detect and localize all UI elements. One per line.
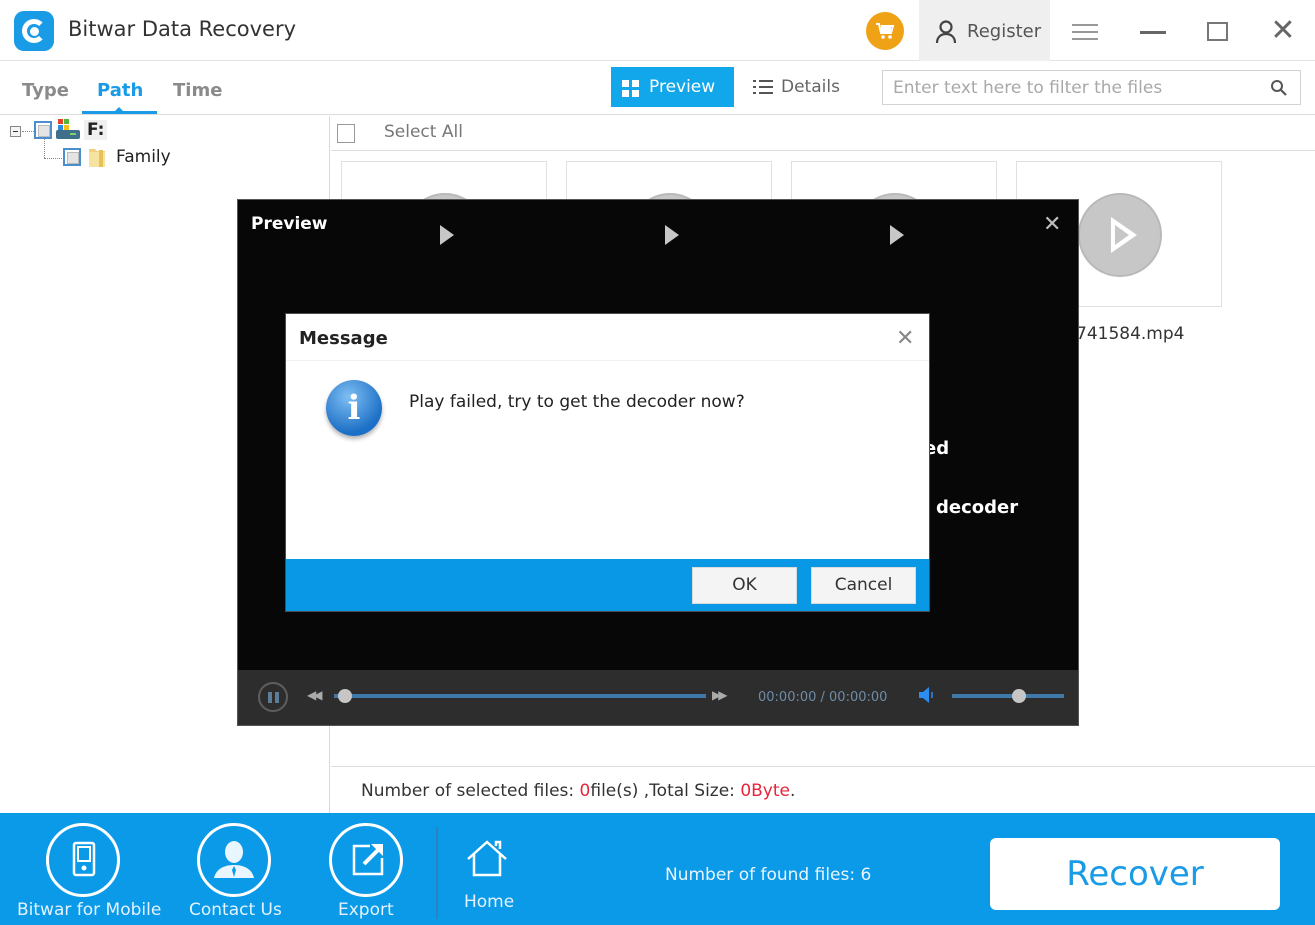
seek-bar[interactable] — [334, 694, 706, 698]
tree-connector — [22, 131, 34, 132]
message-dialog-title: Message — [299, 328, 388, 349]
mobile-icon — [46, 823, 120, 897]
app-logo-icon — [14, 11, 54, 51]
active-tab-indicator — [82, 107, 157, 114]
playback-time: 00:00:00 / 00:00:00 — [758, 690, 888, 705]
tab-path[interactable]: Path — [97, 80, 143, 101]
tree-item-family[interactable]: Family — [116, 147, 171, 167]
details-view-button[interactable]: Details — [745, 67, 855, 107]
file-name: 741584.mp4 — [1076, 324, 1185, 344]
drive-icon — [56, 119, 80, 139]
volume-icon[interactable] — [918, 686, 936, 704]
select-all-label[interactable]: Select All — [384, 122, 463, 142]
tree-connector — [44, 158, 62, 159]
details-view-label: Details — [781, 77, 840, 97]
folder-icon — [89, 149, 105, 167]
list-icon — [753, 80, 773, 96]
contact-icon — [197, 823, 271, 897]
preview-dialog-title: Preview — [251, 214, 328, 234]
export-icon — [329, 823, 403, 897]
export-button[interactable]: Export — [320, 813, 420, 925]
preview-view-label: Preview — [649, 77, 716, 97]
tree-collapse-toggle[interactable] — [10, 126, 21, 137]
play-icon — [1078, 193, 1162, 277]
bottom-bar: Bitwar for Mobile Contact Us Export Home… — [0, 813, 1315, 925]
register-button[interactable]: Register — [919, 0, 1050, 61]
preview-background-text: decoder — [936, 497, 1019, 518]
fast-forward-button[interactable]: ▶▶ — [712, 688, 728, 702]
message-close-button[interactable]: ✕ — [896, 326, 914, 351]
toolbar: Type Path Time Preview Details — [0, 62, 1315, 115]
tree-item-drive[interactable]: F: — [84, 120, 108, 140]
menu-button[interactable] — [1055, 0, 1115, 61]
grid-icon — [622, 80, 639, 97]
cart-button[interactable] — [866, 12, 904, 50]
home-button[interactable]: Home — [450, 813, 530, 925]
pause-button[interactable] — [258, 682, 288, 712]
player-controls: ◀◀ ▶▶ 00:00:00 / 00:00:00 — [238, 670, 1078, 725]
rewind-button[interactable]: ◀◀ — [307, 688, 323, 702]
bitwar-for-mobile-label: Bitwar for Mobile — [17, 900, 162, 920]
home-label: Home — [464, 892, 515, 912]
cart-icon — [876, 23, 895, 39]
seek-thumb[interactable] — [338, 689, 353, 703]
selection-status-text: Number of selected files: 0file(s) ,Tota… — [361, 781, 795, 801]
cancel-button[interactable]: Cancel — [811, 567, 916, 604]
bottom-bar-divider — [436, 827, 438, 919]
status-mid: file(s) ,Total Size: — [590, 781, 741, 801]
volume-slider[interactable] — [952, 694, 1064, 698]
tree-connector — [44, 139, 45, 158]
folder-checkbox[interactable] — [63, 148, 81, 166]
tab-type[interactable]: Type — [22, 80, 69, 101]
message-dialog-header: Message ✕ — [286, 314, 929, 361]
select-all-checkbox[interactable] — [337, 124, 355, 143]
maximize-button[interactable] — [1187, 0, 1247, 61]
preview-close-button[interactable]: ✕ — [1043, 212, 1061, 237]
close-window-button[interactable]: ✕ — [1253, 0, 1313, 61]
selected-total-size: 0Byte — [740, 781, 790, 801]
message-dialog-footer: OK Cancel — [286, 559, 929, 611]
message-text: Play failed, try to get the decoder now? — [409, 392, 745, 412]
volume-thumb[interactable] — [1012, 689, 1027, 703]
search-box — [882, 70, 1301, 105]
contact-us-button[interactable]: Contact Us — [180, 813, 290, 925]
message-dialog: Message ✕ i Play failed, try to get the … — [285, 313, 930, 612]
bitwar-for-mobile-button[interactable]: Bitwar for Mobile — [0, 813, 170, 925]
minimize-button[interactable] — [1122, 0, 1182, 61]
tab-time[interactable]: Time — [173, 80, 222, 101]
recover-button[interactable]: Recover — [990, 838, 1280, 910]
ok-button[interactable]: OK — [692, 567, 797, 604]
title-bar: Bitwar Data Recovery Register ✕ — [0, 0, 1315, 61]
found-files-count: Number of found files: 6 — [665, 865, 872, 885]
info-icon: i — [326, 380, 382, 436]
status-suffix: . — [790, 781, 796, 801]
status-prefix: Number of selected files: — [361, 781, 580, 801]
selected-file-count: 0 — [579, 781, 591, 801]
preview-view-button[interactable]: Preview — [611, 67, 734, 107]
selection-status: Number of selected files: 0file(s) ,Tota… — [331, 766, 1315, 813]
select-all-row: Select All — [331, 116, 1315, 151]
filter-files-input[interactable] — [883, 71, 1263, 104]
app-title: Bitwar Data Recovery — [68, 17, 297, 41]
search-icon[interactable] — [1270, 79, 1288, 97]
home-icon — [467, 840, 507, 877]
drive-checkbox[interactable] — [34, 121, 52, 139]
register-label: Register — [967, 21, 1042, 42]
user-icon — [935, 20, 957, 44]
contact-us-label: Contact Us — [189, 900, 282, 920]
export-label: Export — [338, 900, 394, 920]
